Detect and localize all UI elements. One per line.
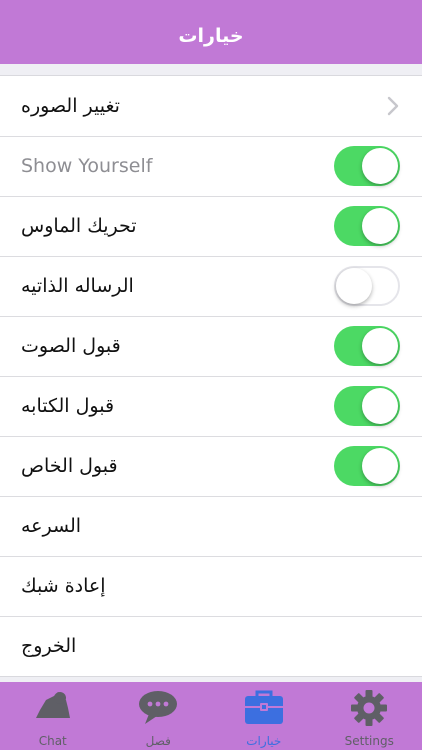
tab-label: Settings — [344, 734, 394, 748]
row-change-photo[interactable]: تغيير الصوره — [0, 76, 422, 136]
row-label: قبول الصوت — [21, 335, 121, 357]
chat-icon — [35, 692, 70, 718]
row-accept-private: قبول الخاص — [0, 436, 422, 496]
toggle-knob — [336, 268, 372, 304]
tab-bar: Chat فصل خيارات Settings — [0, 682, 422, 750]
row-label: تحريك الماوس — [21, 215, 137, 237]
gear-icon — [351, 690, 388, 726]
toggle-knob — [362, 148, 398, 184]
mouse-move-toggle[interactable] — [334, 206, 400, 246]
speech-bubble-icon — [139, 691, 178, 724]
tab-disconnect[interactable]: فصل — [106, 688, 211, 750]
toggle-knob — [362, 448, 398, 484]
row-logout[interactable]: الخروج — [0, 616, 422, 676]
tab-settings[interactable]: Settings — [317, 688, 422, 750]
row-label: السرعه — [21, 515, 82, 537]
row-status-message: الرساله الذاتيه — [0, 256, 422, 316]
row-label: قبول الخاص — [21, 455, 118, 477]
show-yourself-toggle[interactable] — [334, 146, 400, 186]
status-message-toggle[interactable] — [334, 266, 400, 306]
tab-label: خيارات — [246, 734, 282, 748]
navigation-bar: خيارات — [0, 0, 422, 64]
toggle-knob — [362, 388, 398, 424]
accept-voice-toggle[interactable] — [334, 326, 400, 366]
row-accept-voice: قبول الصوت — [0, 316, 422, 376]
tab-label: فصل — [145, 734, 171, 748]
row-mouse-move: تحريك الماوس — [0, 196, 422, 256]
row-label: تغيير الصوره — [21, 95, 120, 117]
row-label: إعادة شبك — [21, 575, 106, 597]
tab-label: Chat — [38, 734, 67, 748]
toolbox-icon — [244, 690, 283, 724]
row-speed[interactable]: السرعه — [0, 496, 422, 556]
toggle-knob — [362, 328, 398, 364]
row-label: الرساله الذاتيه — [21, 275, 134, 297]
row-label: Show Yourself — [21, 155, 153, 177]
settings-list: تغيير الصوره Show Yourself تحريك الماوس … — [0, 75, 422, 677]
chevron-right-icon — [387, 96, 399, 116]
row-accept-typing: قبول الكتابه — [0, 376, 422, 436]
page-title: خيارات — [178, 25, 244, 47]
tab-chat[interactable]: Chat — [0, 688, 105, 750]
accept-typing-toggle[interactable] — [334, 386, 400, 426]
toggle-knob — [362, 208, 398, 244]
row-label: الخروج — [21, 635, 77, 657]
row-reconnect[interactable]: إعادة شبك — [0, 556, 422, 616]
tab-options[interactable]: خيارات — [211, 688, 316, 750]
row-show-yourself: Show Yourself — [0, 136, 422, 196]
row-label: قبول الكتابه — [21, 395, 115, 417]
accept-private-toggle[interactable] — [334, 446, 400, 486]
